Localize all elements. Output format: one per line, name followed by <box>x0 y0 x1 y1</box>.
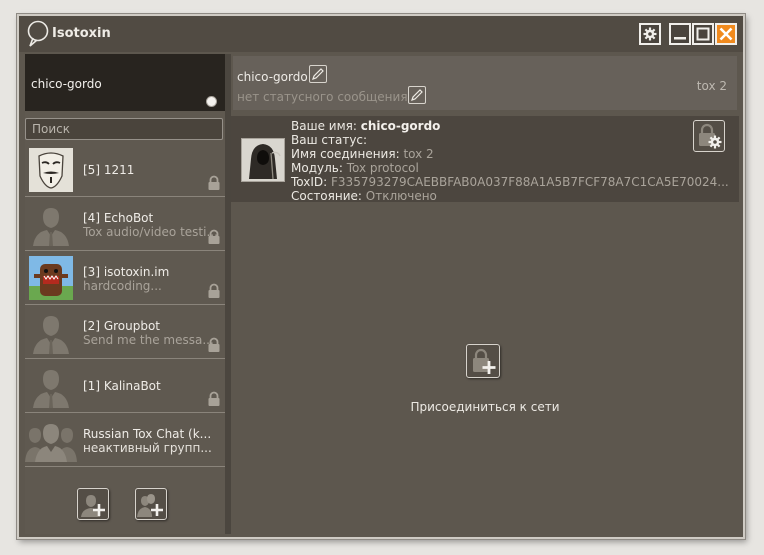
close-icon <box>719 27 733 41</box>
lock-gear-icon <box>699 123 722 149</box>
lock-icon <box>208 283 220 298</box>
lock-icon <box>208 337 220 352</box>
person-silhouette-icon <box>33 370 69 408</box>
lock-plus-icon <box>473 348 496 374</box>
minimize-button[interactable] <box>669 23 691 45</box>
contact-name: [4] EchoBot <box>83 211 154 225</box>
contact-status-message: hardcoding... <box>83 279 162 293</box>
app-title: Isotoxin <box>52 26 111 41</box>
module-value: Tox protocol <box>346 161 419 175</box>
lock-icon <box>208 175 220 190</box>
conversation-panel: chico-gordo нет статусного сообщения tox… <box>231 54 739 534</box>
contact-item[interactable]: [3] isotoxin.im hardcoding... <box>25 251 225 305</box>
search-input[interactable] <box>25 118 223 140</box>
contact-name: [2] Groupbot <box>83 319 161 333</box>
minimize-icon <box>674 37 686 40</box>
pencil-icon <box>411 89 423 101</box>
lock-icon <box>208 391 220 406</box>
contact-status-message: Send me the messa... <box>83 333 214 347</box>
online-status-dot[interactable] <box>206 96 217 107</box>
state-label: Состояние: <box>291 189 362 203</box>
mask-avatar-icon <box>29 148 73 192</box>
self-name: chico-gordo <box>31 77 102 91</box>
maximize-icon <box>696 27 710 41</box>
account-info-card: Ваше имя: chico-gordo Ваш статус: Имя со… <box>231 116 739 203</box>
edit-name-button[interactable] <box>309 65 327 83</box>
contact-name: [3] isotoxin.im <box>83 265 170 279</box>
app-logo-icon <box>27 20 49 47</box>
connect-network-label[interactable]: Присоединиться к сети <box>231 400 739 414</box>
contact-item[interactable]: [4] EchoBot Tox audio/video testi... <box>25 197 225 251</box>
self-profile[interactable]: chico-gordo <box>25 54 225 111</box>
maximize-button[interactable] <box>692 23 714 45</box>
contact-item[interactable]: [1] KalinaBot <box>25 359 225 413</box>
edit-status-button[interactable] <box>408 86 426 104</box>
gear-icon <box>643 27 657 41</box>
contact-item[interactable]: [5] 1211 <box>25 143 225 197</box>
lock-icon <box>208 229 220 244</box>
contact-name: [5] 1211 <box>83 163 135 177</box>
contact-name: [1] KalinaBot <box>83 379 161 393</box>
contact-item[interactable]: [2] Groupbot Send me the messa... <box>25 305 225 359</box>
status-label: Ваш статус: <box>291 133 368 147</box>
toxid-value: F335793279CAEBBFAB0A037F88A1A5B7FCF78A7C… <box>331 175 729 189</box>
contact-status-message: Tox audio/video testi... <box>83 225 218 239</box>
add-group-icon <box>137 494 163 517</box>
module-label: Модуль: <box>291 161 343 175</box>
protocol-label: tox 2 <box>696 79 727 93</box>
name-value: chico-gordo <box>360 119 441 133</box>
person-silhouette-icon <box>33 208 69 246</box>
state-value: Отключено <box>365 189 437 203</box>
grim-reaper-avatar-icon <box>241 138 285 182</box>
group-status: неактивный групп... <box>83 441 212 455</box>
close-button[interactable] <box>715 23 737 45</box>
contacts-panel: chico-gordo [5] 1211 <box>25 54 225 534</box>
add-contact-button[interactable] <box>77 488 109 520</box>
domo-avatar-icon <box>29 256 73 300</box>
pencil-icon <box>312 68 324 80</box>
add-group-button[interactable] <box>135 488 167 520</box>
connection-label: Имя соединения: <box>291 147 400 161</box>
conversation-header: chico-gordo нет статусного сообщения tox… <box>233 56 737 110</box>
toxid-label: ToxID: <box>291 175 328 189</box>
group-silhouette-icon <box>25 424 77 462</box>
person-silhouette-icon <box>33 316 69 354</box>
account-settings-button[interactable] <box>693 120 725 152</box>
add-contact-icon <box>81 495 105 517</box>
group-chat-item[interactable]: Russian Tox Chat (k... неактивный групп.… <box>25 413 225 467</box>
header-name: chico-gordo <box>237 70 308 84</box>
group-name: Russian Tox Chat (k... <box>83 427 212 441</box>
connection-value: tox 2 <box>403 147 434 161</box>
header-status-message: нет статусного сообщения <box>237 90 408 104</box>
app-window: Isotoxin chico-gordo Поиск [5] 1211 [4] … <box>17 14 745 539</box>
name-label: Ваше имя: <box>291 119 357 133</box>
settings-button[interactable] <box>639 23 661 45</box>
connect-network-button[interactable] <box>466 344 500 378</box>
title-bar[interactable]: Isotoxin <box>19 16 743 52</box>
